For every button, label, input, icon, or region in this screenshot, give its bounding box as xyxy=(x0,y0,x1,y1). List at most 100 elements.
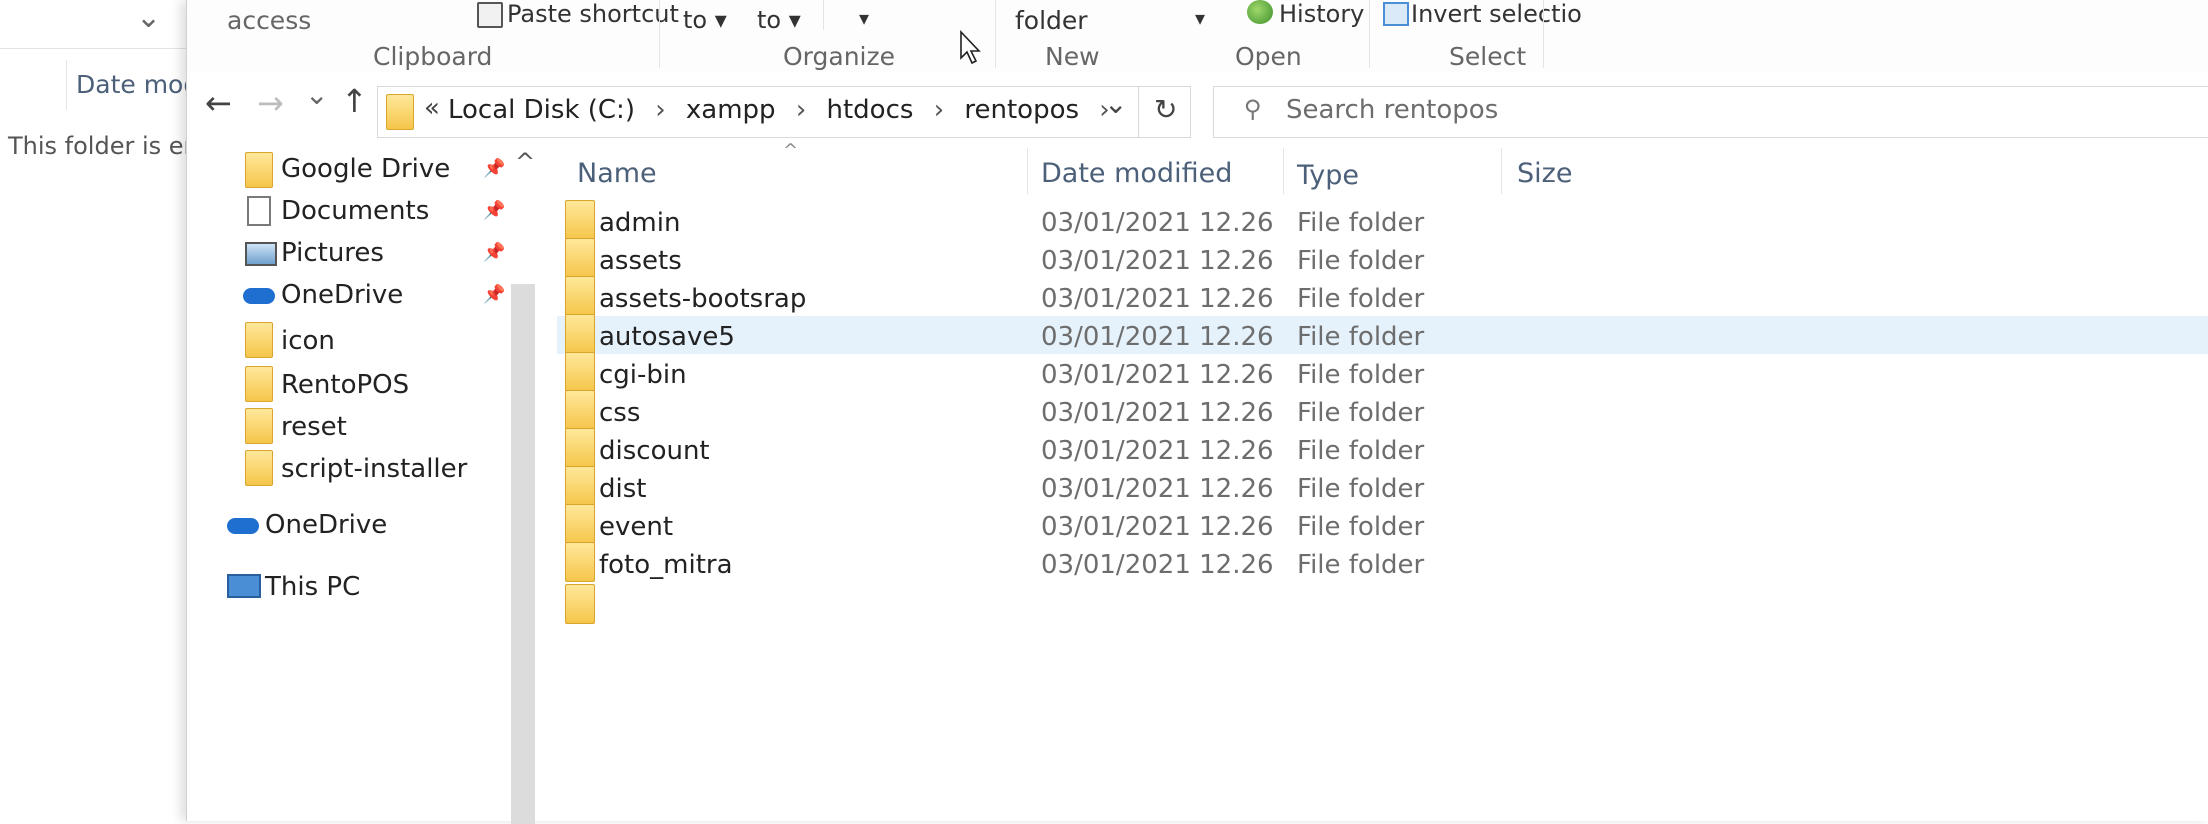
table-row-partial[interactable] xyxy=(565,582,2208,624)
background-window: ⌄ Date modifi This folder is empty xyxy=(0,0,246,821)
nav-item-pictures[interactable]: Pictures 📌 xyxy=(187,232,507,274)
table-row[interactable]: cgi-bin 03/01/2021 12.26 File folder xyxy=(565,352,2208,392)
chevron-down-icon[interactable]: ⌄ xyxy=(136,0,161,35)
folder-icon xyxy=(386,94,414,130)
file-name: cgi-bin xyxy=(599,360,687,390)
table-row-hovered[interactable]: autosave5 03/01/2021 12.26 File folder xyxy=(557,314,2208,354)
nav-item-google-drive[interactable]: Google Drive 📌 xyxy=(187,148,507,190)
nav-scrollbar-thumb[interactable] xyxy=(511,284,535,824)
file-name: assets xyxy=(599,246,682,276)
pin-icon[interactable]: 📌 xyxy=(483,284,505,305)
folder-icon xyxy=(565,428,595,468)
file-type: File folder xyxy=(1297,208,1425,238)
nav-item-rentopos[interactable]: RentoPOS xyxy=(187,362,507,404)
address-bar[interactable]: « Local Disk (C:) › xampp › htdocs › ren… xyxy=(377,86,1191,138)
search-icon: ⚲ xyxy=(1244,95,1262,123)
paste-shortcut-icon xyxy=(477,2,503,28)
folder-icon xyxy=(565,466,595,506)
file-date: 03/01/2021 12.26 xyxy=(1041,474,1274,504)
pin-icon[interactable]: 📌 xyxy=(483,200,505,221)
onedrive-icon xyxy=(243,288,275,304)
file-list: ^ Name Date modified Type Size admin 03/… xyxy=(535,140,2208,821)
table-row[interactable]: foto_mitra 03/01/2021 12.26 File folder xyxy=(565,542,2208,582)
ribbon-access-text[interactable]: access xyxy=(227,6,311,35)
folder-icon xyxy=(565,504,595,544)
pin-icon[interactable]: 📌 xyxy=(483,158,505,179)
forward-button[interactable]: → xyxy=(257,84,284,122)
file-name: discount xyxy=(599,436,710,466)
table-row[interactable]: assets 03/01/2021 12.26 File folder xyxy=(565,238,2208,278)
history-button[interactable]: History xyxy=(1279,0,1364,28)
breadcrumb-item[interactable]: htdocs xyxy=(827,95,914,125)
table-row[interactable]: dist 03/01/2021 12.26 File folder xyxy=(565,466,2208,506)
sort-indicator-icon: ^ xyxy=(783,140,799,161)
select-group-label: Select xyxy=(1449,42,1527,71)
nav-item-script-installer[interactable]: script-installer xyxy=(187,446,507,488)
up-button[interactable]: ↑ xyxy=(341,82,368,120)
folder-icon xyxy=(245,408,273,444)
pin-icon[interactable]: 📌 xyxy=(483,242,505,263)
breadcrumb-item[interactable]: rentopos xyxy=(964,95,1079,125)
address-dropdown-icon[interactable]: ⌄ xyxy=(1104,87,1127,120)
navigation-pane: ^ Google Drive 📌 Documents 📌 Pictures 📌 … xyxy=(187,148,535,824)
nav-item-label: RentoPOS xyxy=(281,370,410,400)
nav-scroll-up-icon[interactable]: ^ xyxy=(515,148,535,176)
column-header-size[interactable]: Size xyxy=(1517,158,1572,189)
copy-to-button[interactable]: to ▾ xyxy=(757,6,801,34)
properties-dropdown-arrow[interactable]: ▾ xyxy=(1195,6,1205,30)
breadcrumb-separator-icon[interactable]: › xyxy=(796,95,806,125)
file-name: event xyxy=(599,512,674,542)
nav-item-label: Google Drive xyxy=(281,154,451,184)
column-header-date[interactable]: Date modified xyxy=(1041,158,1232,189)
search-box[interactable]: ⚲ Search rentopos xyxy=(1213,86,2208,138)
back-button[interactable]: ← xyxy=(205,84,232,122)
table-row[interactable]: admin 03/01/2021 12.26 File folder xyxy=(565,200,2208,240)
breadcrumb-item[interactable]: xampp xyxy=(686,95,776,125)
table-row[interactable]: css 03/01/2021 12.26 File folder xyxy=(565,390,2208,430)
mouse-cursor-icon xyxy=(960,30,981,65)
file-date: 03/01/2021 12.26 xyxy=(1041,398,1274,428)
folder-icon xyxy=(565,200,595,240)
nav-item-icon[interactable]: icon xyxy=(187,318,507,360)
nav-item-this-pc[interactable]: This PC xyxy=(187,564,507,606)
file-type: File folder xyxy=(1297,512,1425,542)
delete-dropdown-arrow[interactable]: ▾ xyxy=(859,6,869,30)
paste-shortcut-button[interactable]: Paste shortcut xyxy=(507,0,679,28)
nav-item-label: Documents xyxy=(281,196,430,226)
folder-icon xyxy=(565,584,595,624)
breadcrumb-item[interactable]: Local Disk (C:) xyxy=(448,95,635,125)
table-row[interactable]: discount 03/01/2021 12.26 File folder xyxy=(565,428,2208,468)
nav-item-label: This PC xyxy=(265,572,361,602)
column-header-type[interactable]: Type xyxy=(1297,160,1359,191)
pictures-icon xyxy=(245,242,277,266)
file-name: css xyxy=(599,398,641,428)
breadcrumb-separator-icon[interactable]: › xyxy=(934,95,944,125)
pc-icon xyxy=(227,574,261,598)
nav-item-onedrive[interactable]: OneDrive xyxy=(187,504,507,546)
column-header-name[interactable]: Name xyxy=(577,158,657,189)
nav-item-label: reset xyxy=(281,412,347,442)
folder-icon xyxy=(565,352,595,392)
recent-locations-button[interactable]: ⌄ xyxy=(305,78,328,111)
table-row[interactable]: assets-bootsrap 03/01/2021 12.26 File fo… xyxy=(565,276,2208,316)
open-group-label: Open xyxy=(1235,42,1302,71)
clipboard-group-label: Clipboard xyxy=(373,42,493,71)
move-to-button[interactable]: to ▾ xyxy=(683,6,727,34)
address-row: ← → ⌄ ↑ « Local Disk (C:) › xampp › htdo… xyxy=(187,72,2208,148)
refresh-icon[interactable]: ↻ xyxy=(1154,93,1177,126)
nav-item-documents[interactable]: Documents 📌 xyxy=(187,190,507,232)
new-folder-button[interactable]: folder xyxy=(1015,6,1088,35)
nav-item-label: OneDrive xyxy=(265,510,388,540)
breadcrumb-overflow[interactable]: « xyxy=(424,93,440,123)
folder-icon xyxy=(245,152,273,188)
invert-selection-button[interactable]: Invert selectio xyxy=(1411,0,1582,28)
folder-icon xyxy=(565,390,595,430)
organize-group-label: Organize xyxy=(783,42,895,71)
table-row[interactable]: event 03/01/2021 12.26 File folder xyxy=(565,504,2208,544)
file-date: 03/01/2021 12.26 xyxy=(1041,246,1274,276)
nav-item-onedrive-pinned[interactable]: OneDrive 📌 xyxy=(187,274,507,316)
breadcrumb-separator-icon[interactable]: › xyxy=(655,95,665,125)
search-input[interactable]: Search rentopos xyxy=(1286,95,1498,125)
documents-icon xyxy=(247,196,271,226)
nav-item-reset[interactable]: reset xyxy=(187,404,507,446)
